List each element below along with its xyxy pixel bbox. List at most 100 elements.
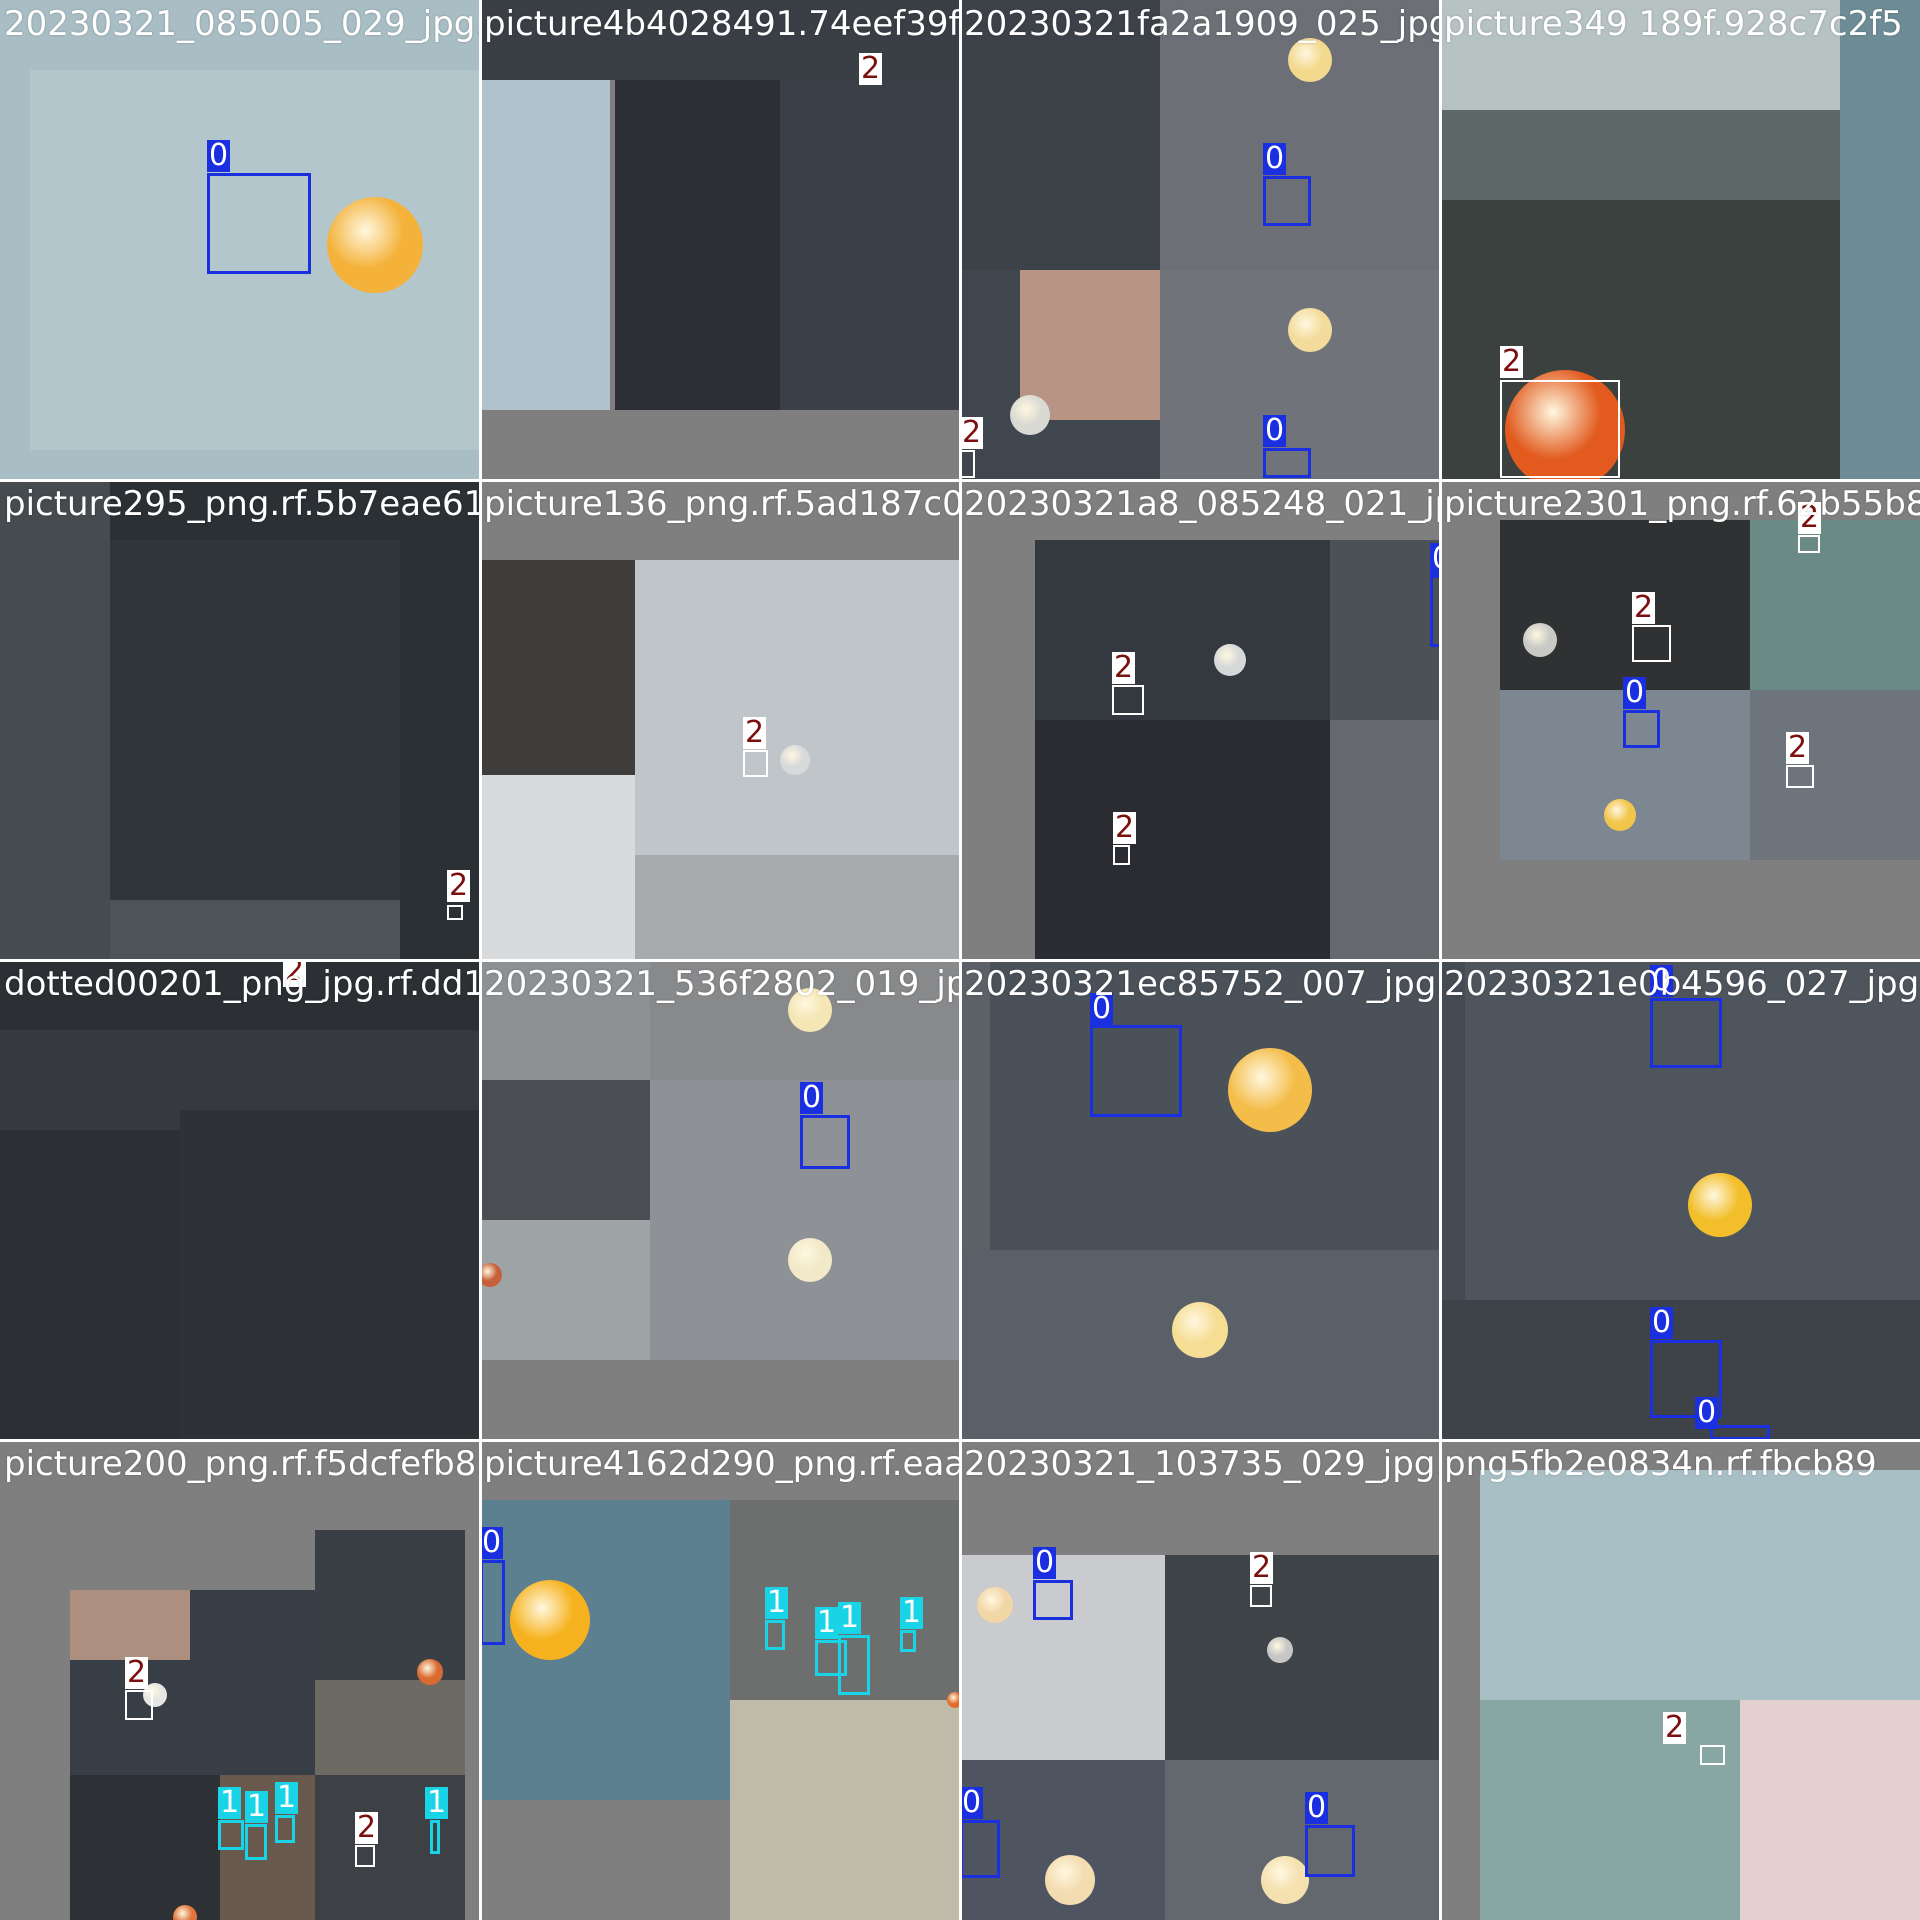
photo-region	[1165, 1555, 1440, 1760]
class-label: 2	[355, 1810, 379, 1845]
class-label: 2	[1786, 730, 1810, 765]
photo-region	[635, 855, 960, 960]
mosaic-tile: 2 picture136_png.rf.5ad187c0c	[480, 480, 960, 960]
mosaic-tile: 0 2 0 0 20230321_103735_029_jpg.rf	[960, 1440, 1440, 1920]
class-label: 1	[765, 1585, 789, 1620]
ball	[1010, 395, 1050, 435]
tile-filename: picture4162d290_png.rf.eaab0d75	[484, 1444, 960, 1484]
ball	[977, 1587, 1013, 1623]
photo-region	[110, 540, 400, 920]
class-label: 2	[1500, 344, 1524, 379]
ball	[1214, 644, 1246, 676]
mosaic-tile: 01111picture4162d290_png.rf.eaab0d75	[480, 1440, 960, 1920]
photo-region	[480, 560, 635, 775]
bounding-box	[1250, 1585, 1272, 1607]
class-label: 1	[218, 1785, 242, 1820]
bounding-box	[1786, 765, 1814, 788]
tile-filename: picture4b4028491.74eef39fe	[484, 4, 960, 44]
mosaic-tile: 2 2 0 2 picture2301_png.rf.62b55b84	[1440, 480, 1920, 960]
mosaic-tile: 0 0 0 20230321e0b4596_027_jpg.rf	[1440, 960, 1920, 1440]
mosaic-tile: 2 picture295_png.rf.5b7eae61b	[0, 480, 480, 960]
ball	[1288, 308, 1332, 352]
ball	[1523, 623, 1557, 657]
photo-region	[1750, 520, 1920, 690]
ball	[1288, 38, 1332, 82]
photo-region	[1740, 1700, 1920, 1920]
bounding-box	[218, 1820, 244, 1850]
photo-region	[1330, 540, 1440, 720]
photo-region	[1840, 0, 1920, 480]
bounding-box	[1305, 1825, 1355, 1877]
photo-region	[730, 1700, 960, 1920]
tile-filename: png5fb2e0834n.rf.fbcb89	[1444, 1444, 1877, 1484]
class-label: 1	[275, 1780, 299, 1815]
photo-region	[1035, 720, 1330, 960]
tile-filename: picture295_png.rf.5b7eae61b	[4, 484, 480, 524]
grid-divider	[1439, 0, 1442, 1920]
bounding-box	[245, 1824, 267, 1860]
bounding-box	[1033, 1580, 1073, 1620]
tile-filename: picture200_png.rf.f5dcfefb85	[4, 1444, 480, 1484]
tile-filename: picture2301_png.rf.62b55b84	[1444, 484, 1920, 524]
photo-region	[70, 1590, 190, 1660]
photo-region	[315, 1680, 465, 1775]
tile-filename: 20230321e0b4596_027_jpg.rf	[1444, 964, 1920, 1004]
photo-region	[480, 1500, 730, 1800]
ball	[510, 1580, 590, 1660]
bounding-box	[1632, 625, 1671, 662]
ball	[1267, 1637, 1293, 1663]
grid-divider	[0, 959, 1920, 962]
ball	[1261, 1856, 1309, 1904]
bounding-box	[1798, 535, 1820, 553]
tile-filename: 20230321_103735_029_jpg.rf	[964, 1444, 1440, 1484]
class-label: 2	[1113, 810, 1137, 845]
bounding-box	[125, 1690, 153, 1720]
bounding-box	[960, 1820, 1000, 1878]
tile-filename: picture349 189f.928c7c2f5	[1444, 4, 1903, 44]
bounding-box	[1710, 1425, 1770, 1440]
class-label: 0	[1033, 1545, 1057, 1580]
bounding-box	[743, 750, 768, 777]
mosaic-tile: 02220230321a8_085248_021_jpg.rf	[960, 480, 1440, 960]
class-label: 0	[1650, 1305, 1674, 1340]
bounding-box	[447, 905, 463, 920]
class-label: 1	[838, 1600, 862, 1635]
bounding-box	[275, 1815, 295, 1843]
tile-filename: 20230321fa2a1909_025_jpg.rf	[964, 4, 1440, 44]
tile-filename: 20230321_536f2802_019_jpg.rf	[484, 964, 960, 1004]
class-label: 2	[960, 415, 984, 450]
tile-filename: 20230321ec85752_007_jpg.rf	[964, 964, 1440, 1004]
bounding-box	[207, 173, 311, 274]
photo-region	[1500, 520, 1750, 690]
class-label: 0	[800, 1080, 824, 1115]
bounding-box	[1263, 176, 1311, 226]
mosaic-tile: 2 png5fb2e0834n.rf.fbcb89	[1440, 1440, 1920, 1920]
class-label: 2	[859, 51, 883, 86]
bounding-box	[430, 1820, 440, 1854]
class-label: 1	[900, 1595, 924, 1630]
bounding-box	[765, 1620, 785, 1650]
bounding-box	[900, 1630, 916, 1652]
photo-region	[780, 80, 960, 410]
class-label: 2	[743, 715, 767, 750]
ball	[788, 1238, 832, 1282]
ball	[417, 1659, 443, 1685]
class-label: 2	[1250, 1550, 1274, 1585]
tile-filename: picture136_png.rf.5ad187c0c	[484, 484, 960, 524]
ball	[1688, 1173, 1752, 1237]
bounding-box	[800, 1115, 850, 1169]
tile-filename: 20230321a8_085248_021_jpg.rf	[964, 484, 1440, 524]
mosaic-tile: 0 20230321ec85752_007_jpg.rf	[960, 960, 1440, 1440]
photo-region	[635, 560, 960, 855]
photo-region	[480, 775, 635, 960]
ball	[1172, 1302, 1228, 1358]
bounding-box	[838, 1635, 870, 1695]
mosaic-grid: 0 20230321_085005_029_jpg.rf. 2 picture4b40…	[0, 0, 1920, 1920]
bounding-box	[355, 1845, 375, 1867]
class-label: 1	[425, 1785, 449, 1820]
class-label: 0	[1623, 675, 1647, 710]
mosaic-tile: 2 picture4b4028491.74eef39fe	[480, 0, 960, 480]
mosaic-tile: 2 2 1 1 1 1 picture200_png.rf.f5dcfefb85	[0, 1440, 480, 1920]
bounding-box	[960, 450, 975, 478]
tile-filename: 20230321_085005_029_jpg.rf.	[4, 4, 480, 44]
